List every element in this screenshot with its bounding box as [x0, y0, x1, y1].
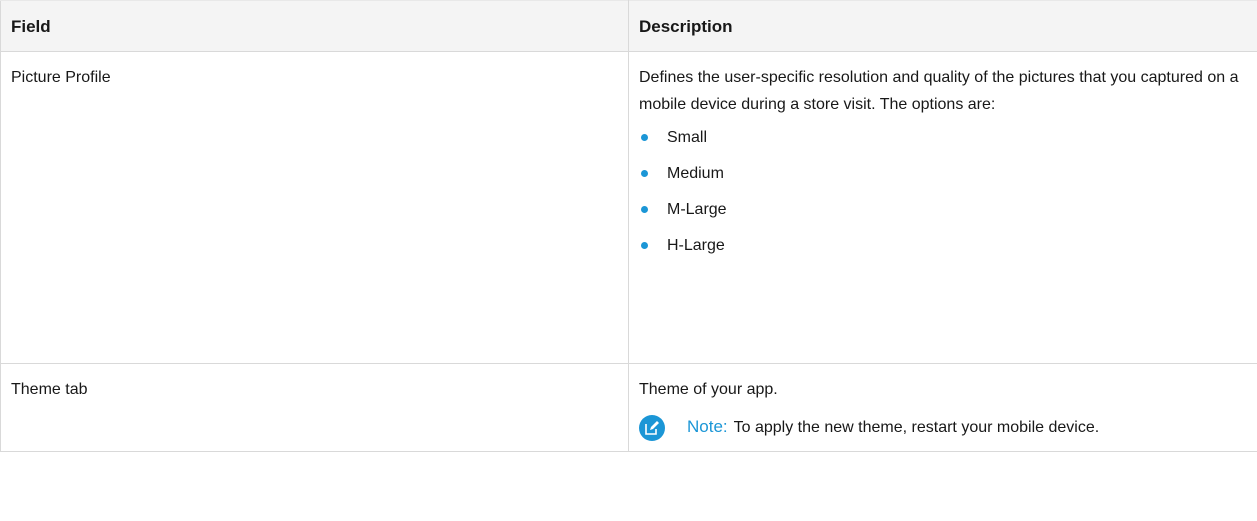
- field-cell: Theme tab: [0, 363, 629, 452]
- bullet-icon: [641, 242, 648, 249]
- list-item: M-Large: [639, 196, 1247, 223]
- header-description: Description: [628, 0, 1257, 52]
- note-label: Note:: [687, 417, 728, 436]
- option-label: Medium: [667, 165, 724, 182]
- fields-table: Field Description Picture Profile Define…: [0, 0, 1257, 452]
- table-header-row: Field Description: [0, 0, 1257, 52]
- bullet-icon: [641, 206, 648, 213]
- description-cell: Defines the user-specific resolution and…: [628, 51, 1257, 364]
- table-row: Picture Profile Defines the user-specifi…: [0, 51, 1257, 364]
- options-list: Small Medium M-Large H-Large: [639, 124, 1247, 259]
- description-text: Defines the user-specific resolution and…: [639, 69, 1239, 113]
- table-row: Theme tab Theme of your app. Note: To app…: [0, 363, 1257, 452]
- list-item: Medium: [639, 160, 1247, 187]
- bullet-icon: [641, 134, 648, 141]
- list-item: H-Large: [639, 232, 1247, 259]
- header-field: Field: [0, 0, 629, 52]
- field-cell: Picture Profile: [0, 51, 629, 364]
- note-box: Note: To apply the new theme, restart you…: [639, 413, 1247, 441]
- edit-note-icon: [639, 415, 665, 441]
- option-label: Small: [667, 129, 708, 146]
- bullet-icon: [641, 170, 648, 177]
- note-text: To apply the new theme, restart your mob…: [733, 419, 1100, 436]
- description-cell: Theme of your app. Note: To apply the new…: [628, 363, 1257, 452]
- option-label: H-Large: [667, 237, 725, 254]
- list-item: Small: [639, 124, 1247, 151]
- option-label: M-Large: [667, 201, 727, 218]
- description-text: Theme of your app.: [639, 381, 778, 398]
